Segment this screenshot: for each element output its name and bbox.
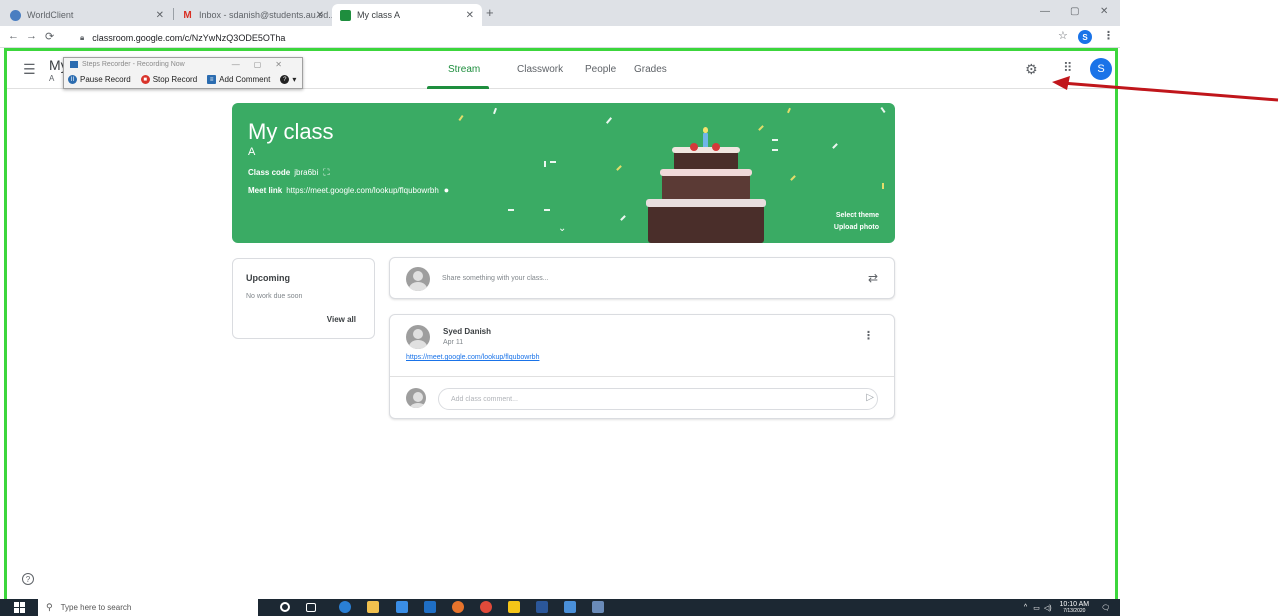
maximize-icon[interactable]: ▢: [1070, 6, 1079, 17]
lock-icon: 🔒︎: [80, 32, 85, 42]
close-tab-icon[interactable]: ✕: [466, 10, 474, 21]
clock-date: 7/13/2020: [1063, 607, 1086, 614]
arrow-shaft: [1061, 81, 1279, 102]
sticky-notes-icon[interactable]: [508, 601, 520, 613]
windows-taskbar: ⚲ Type here to search ^ ▭ ◁) 10:10 AM 7/…: [0, 599, 1120, 616]
volume-icon[interactable]: ◁): [1044, 604, 1052, 612]
browser-menu-icon[interactable]: ⋮: [1103, 29, 1114, 42]
browser-profile-avatar[interactable]: S: [1078, 30, 1092, 44]
clock-time: 10:10 AM: [1059, 600, 1090, 608]
tab-title: My class A: [357, 10, 401, 20]
back-icon[interactable]: ←: [8, 30, 19, 42]
file-explorer-icon[interactable]: [367, 601, 379, 613]
system-tray: ^ ▭ ◁) 10:10 AM 7/13/2020 🗨︎: [1024, 599, 1110, 616]
edge-icon[interactable]: [339, 601, 351, 613]
new-tab-icon[interactable]: +: [486, 5, 494, 20]
annotation-arrow: [1052, 76, 1279, 102]
store-icon[interactable]: [396, 601, 408, 613]
app-icon[interactable]: [564, 601, 576, 613]
mail-icon[interactable]: [424, 601, 436, 613]
browser-tab-inbox[interactable]: M Inbox - sdanish@students.au.ed... ✕: [174, 4, 332, 26]
close-window-icon[interactable]: ✕: [1100, 6, 1108, 17]
tab-title: Inbox - sdanish@students.au.ed...: [199, 10, 332, 20]
minimize-icon[interactable]: —: [1040, 6, 1050, 17]
close-tab-icon[interactable]: ✕: [156, 10, 164, 21]
windows-start-icon[interactable]: [14, 602, 25, 613]
browser-tab-strip: WorldClient ✕ M Inbox - sdanish@students…: [0, 0, 1120, 26]
browser-tab-my-class[interactable]: My class A ✕: [332, 4, 482, 26]
address-bar[interactable]: 🔒︎ classroom.google.com/c/NzYwNzQ3ODE5OT…: [80, 29, 1060, 46]
network-icon[interactable]: ▭: [1033, 604, 1040, 612]
steps-recorder-taskbar-icon[interactable]: [592, 601, 604, 613]
arrow-head: [1052, 76, 1070, 90]
taskbar-search-placeholder: Type here to search: [60, 603, 132, 612]
capture-highlight-frame: [4, 48, 1118, 599]
forward-icon[interactable]: →: [26, 30, 37, 42]
bookmark-star-icon[interactable]: ☆: [1058, 29, 1068, 42]
close-tab-icon[interactable]: ✕: [316, 10, 324, 21]
chrome-icon[interactable]: [480, 601, 492, 613]
firefox-icon[interactable]: [452, 601, 464, 613]
browser-toolbar: ← → ⟳ 🔒︎ classroom.google.com/c/NzYwNzQ3…: [0, 26, 1120, 48]
notifications-icon[interactable]: 🗨︎: [1101, 604, 1110, 612]
worldclient-favicon-icon: [10, 9, 21, 21]
search-icon: ⚲: [46, 602, 53, 612]
url-text: classroom.google.com/c/NzYwNzQ3ODE5OTha: [92, 32, 286, 43]
tab-title: WorldClient: [27, 10, 74, 20]
taskbar-clock[interactable]: 10:10 AM 7/13/2020: [1060, 601, 1090, 615]
word-icon[interactable]: [536, 601, 548, 613]
task-view-icon[interactable]: [306, 603, 316, 612]
classroom-favicon-icon: [340, 9, 351, 21]
reload-icon[interactable]: ⟳: [45, 30, 54, 43]
screen: WorldClient ✕ M Inbox - sdanish@students…: [0, 0, 1284, 616]
chevron-up-icon[interactable]: ^: [1024, 604, 1027, 611]
gmail-icon: M: [183, 9, 192, 21]
browser-tab-worldclient[interactable]: WorldClient ✕: [2, 4, 172, 26]
cortana-icon[interactable]: [280, 602, 290, 612]
taskbar-search[interactable]: ⚲ Type here to search: [38, 599, 258, 616]
